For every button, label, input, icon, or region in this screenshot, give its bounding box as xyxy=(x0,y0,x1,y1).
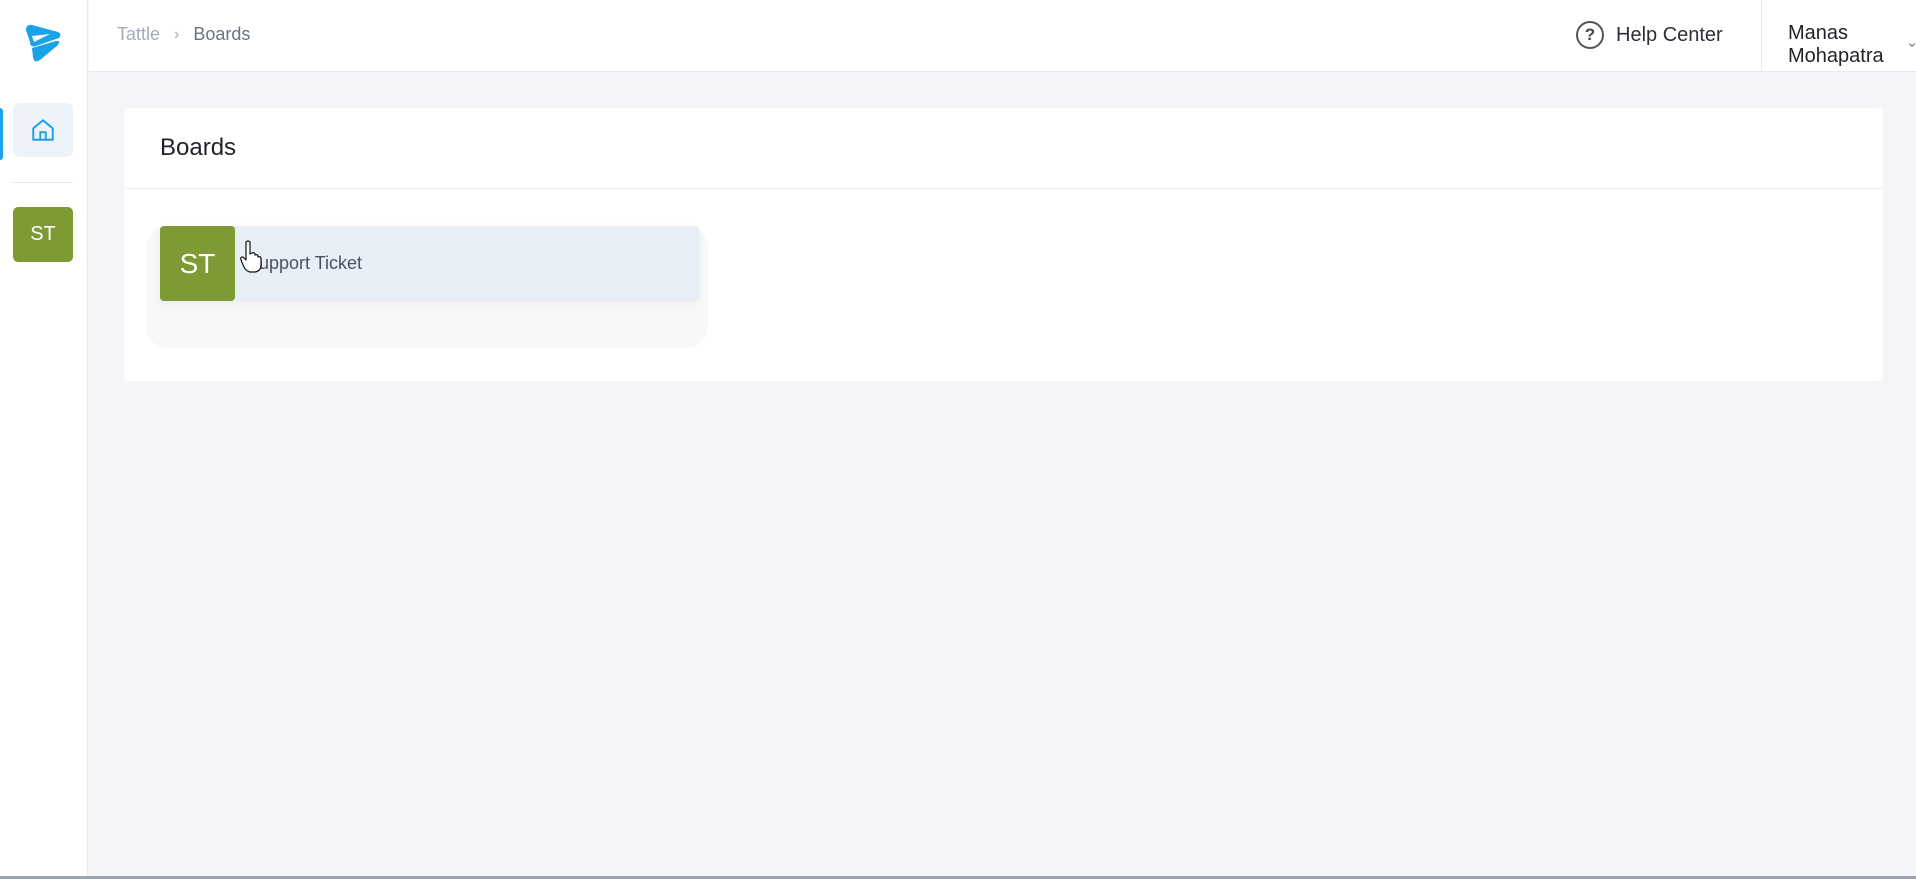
top-bar: Tattle › Boards ? Help Center Manas Moha… xyxy=(89,0,1916,72)
breadcrumb: Tattle › Boards xyxy=(117,24,250,45)
page-title: Boards xyxy=(160,134,237,161)
user-menu[interactable]: Manas Mohapatra xyxy=(1788,22,1916,68)
breadcrumb-current: Boards xyxy=(193,24,251,44)
sidebar-item-home[interactable] xyxy=(13,103,73,157)
tattle-logo-icon[interactable] xyxy=(22,22,64,64)
card-header: Boards xyxy=(124,108,1883,189)
question-circle-icon: ? xyxy=(1576,21,1604,49)
topbar-divider xyxy=(1761,0,1762,72)
hand-cursor-icon xyxy=(240,240,262,273)
breadcrumb-root-link[interactable]: Tattle xyxy=(117,24,160,45)
user-name: Manas Mohapatra xyxy=(1788,22,1884,67)
sidebar-board-shortcut[interactable]: ST xyxy=(13,207,73,262)
board-name: Support Ticket xyxy=(247,253,363,273)
home-icon xyxy=(32,119,54,141)
help-center-label: Help Center xyxy=(1616,23,1723,46)
board-avatar: ST xyxy=(160,226,235,301)
chevron-down-icon xyxy=(1908,43,1916,48)
boards-card: Boards ST Support Ticket xyxy=(124,108,1883,381)
sidebar: ST xyxy=(0,0,88,879)
help-center-link[interactable]: ? Help Center xyxy=(1576,21,1723,49)
chevron-right-icon: › xyxy=(174,25,180,43)
active-nav-marker xyxy=(0,108,3,160)
sidebar-divider xyxy=(13,182,73,183)
